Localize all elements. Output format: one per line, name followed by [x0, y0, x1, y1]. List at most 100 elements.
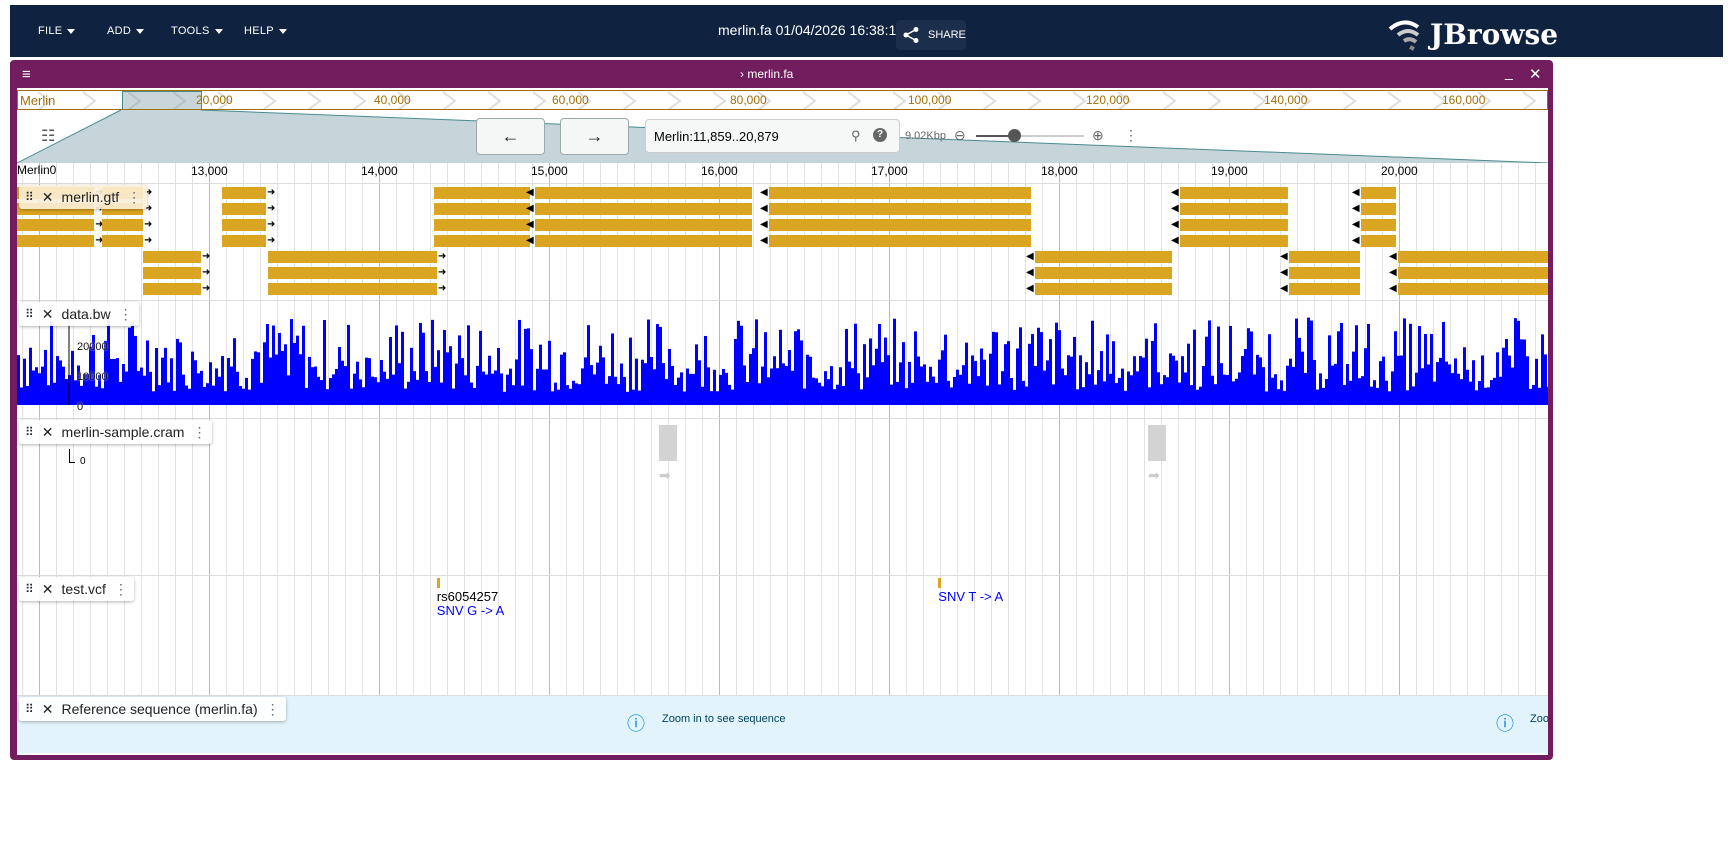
gene-feature[interactable]	[535, 235, 752, 247]
gene-feature[interactable]	[143, 267, 201, 279]
search-icon[interactable]: ⚲	[851, 128, 861, 144]
gene-feature[interactable]	[221, 219, 266, 231]
drag-handle-icon[interactable]: ⠿	[25, 702, 34, 716]
gene-feature[interactable]	[434, 219, 530, 231]
gene-feature[interactable]	[768, 187, 1031, 199]
gene-feature[interactable]	[102, 235, 144, 247]
menu-file[interactable]: FILE	[38, 25, 76, 37]
coverage-bar	[890, 384, 893, 405]
track-menu-icon[interactable]: ⋮	[127, 189, 141, 206]
gene-feature[interactable]	[535, 219, 752, 231]
arrow-left-icon: ←	[501, 126, 520, 146]
zoom-in-icon[interactable]: ⊕	[1092, 127, 1104, 144]
close-track-icon[interactable]: ✕	[42, 581, 54, 598]
track-menu-icon[interactable]: ⋮	[266, 701, 280, 718]
gene-feature[interactable]	[768, 203, 1031, 215]
gene-feature[interactable]	[221, 235, 266, 247]
gene-feature[interactable]	[1289, 267, 1361, 279]
gene-feature[interactable]	[1360, 187, 1396, 199]
close-track-icon[interactable]: ✕	[42, 701, 54, 718]
gene-feature[interactable]	[143, 283, 201, 295]
gene-feature[interactable]	[1035, 267, 1173, 279]
variant-marker[interactable]	[938, 578, 942, 588]
gene-feature[interactable]	[221, 203, 266, 215]
gene-feature[interactable]	[221, 187, 266, 199]
gene-feature[interactable]	[267, 267, 437, 279]
gene-feature[interactable]	[1360, 203, 1396, 215]
gene-feature[interactable]	[1180, 219, 1288, 231]
coverage-bar	[191, 351, 194, 405]
coverage-bar	[1469, 381, 1472, 405]
gene-feature[interactable]	[1360, 219, 1396, 231]
coverage-bar	[530, 349, 533, 405]
scroll-left-button[interactable]: ←	[476, 118, 545, 155]
gene-feature[interactable]	[535, 203, 752, 215]
zoom-slider-thumb[interactable]	[1007, 129, 1021, 142]
close-track-icon[interactable]: ✕	[42, 424, 54, 441]
menu-help[interactable]: HELP	[244, 25, 287, 37]
gene-feature[interactable]	[267, 283, 437, 295]
zoom-slider[interactable]	[976, 129, 1084, 142]
gene-feature[interactable]	[143, 251, 201, 263]
gene-feature[interactable]	[17, 235, 95, 247]
gene-feature[interactable]	[1180, 187, 1288, 199]
zoom-out-icon[interactable]: ⊖	[954, 127, 966, 144]
gene-feature[interactable]	[1289, 283, 1361, 295]
gene-feature[interactable]	[1397, 251, 1548, 263]
track-menu-icon[interactable]: ⋮	[114, 581, 128, 598]
gene-feature[interactable]	[434, 203, 530, 215]
gene-feature[interactable]	[1035, 283, 1173, 295]
drag-handle-icon[interactable]: ⠿	[25, 307, 34, 321]
location-search-input[interactable]: Merlin:11,859..20,879 ⚲ ?	[645, 119, 900, 153]
close-track-icon[interactable]: ✕	[42, 306, 54, 323]
gene-feature[interactable]	[1035, 251, 1173, 263]
track-menu-icon[interactable]: ⋮	[119, 306, 133, 323]
help-icon[interactable]: ?	[873, 128, 887, 142]
gene-feature[interactable]	[434, 235, 530, 247]
gene-feature[interactable]	[768, 235, 1031, 247]
gene-feature[interactable]	[1397, 267, 1548, 279]
track-label-cram[interactable]: ⠿ ✕ merlin-sample.cram ⋮	[19, 420, 213, 444]
gene-feature[interactable]	[102, 219, 144, 231]
menu-add[interactable]: ADD	[107, 25, 145, 37]
gene-feature[interactable]	[1397, 283, 1548, 295]
view-menu-icon[interactable]: ≡	[22, 66, 31, 83]
gene-feature[interactable]	[1289, 251, 1361, 263]
share-button[interactable]: SHARE	[896, 20, 966, 50]
coverage-bar	[743, 365, 746, 405]
read-1[interactable]	[659, 425, 677, 461]
track-label-ref[interactable]: ⠿ ✕ Reference sequence (merlin.fa) ⋮	[19, 697, 286, 721]
track-menu-icon[interactable]: ⋮	[192, 424, 206, 441]
coverage-bar	[227, 358, 230, 405]
track-label-vcf[interactable]: ⠿ ✕ test.vcf ⋮	[19, 577, 134, 601]
ruler[interactable]: Merlin0 13,000 14,000 15,000 16,000 17,000 18…	[17, 163, 1548, 183]
view-options-icon[interactable]: ⋮	[1124, 127, 1138, 144]
close-view-icon[interactable]: ✕	[1529, 65, 1542, 83]
view-title[interactable]: › merlin.fa	[740, 67, 793, 81]
overview-highlight[interactable]	[122, 91, 202, 109]
coverage-bar	[593, 374, 596, 405]
variant-marker[interactable]	[436, 578, 440, 588]
gene-feature[interactable]	[434, 187, 530, 199]
close-track-icon[interactable]: ✕	[42, 189, 54, 206]
gene-feature[interactable]	[535, 187, 752, 199]
gene-feature[interactable]	[1180, 203, 1288, 215]
drag-handle-icon[interactable]: ⠿	[25, 190, 34, 204]
drag-handle-icon[interactable]: ⠿	[25, 425, 34, 439]
track-label-bw[interactable]: ⠿ ✕ data.bw ⋮	[19, 302, 139, 326]
gene-feature[interactable]	[768, 219, 1031, 231]
track-label-gtf[interactable]: ⠿ ✕ merlin.gtf ⋮	[19, 185, 148, 209]
gene-feature[interactable]	[17, 219, 95, 231]
scroll-right-button[interactable]: →	[560, 118, 629, 155]
gene-feature[interactable]	[1180, 235, 1288, 247]
menu-tools[interactable]: TOOLS	[171, 25, 223, 37]
coverage-bar	[404, 388, 407, 405]
overview-scalebar[interactable]: Merlin 20,000 40,000 60,000 80,000 100,000 12…	[17, 90, 1548, 110]
coverage-bar	[851, 368, 854, 405]
read-2[interactable]	[1148, 425, 1166, 461]
drag-handle-icon[interactable]: ⠿	[25, 582, 34, 596]
gene-feature[interactable]	[1360, 235, 1396, 247]
gene-feature[interactable]	[267, 251, 437, 263]
minimize-icon[interactable]: _	[1505, 64, 1513, 80]
track-selector-icon[interactable]: ☷	[41, 126, 55, 146]
